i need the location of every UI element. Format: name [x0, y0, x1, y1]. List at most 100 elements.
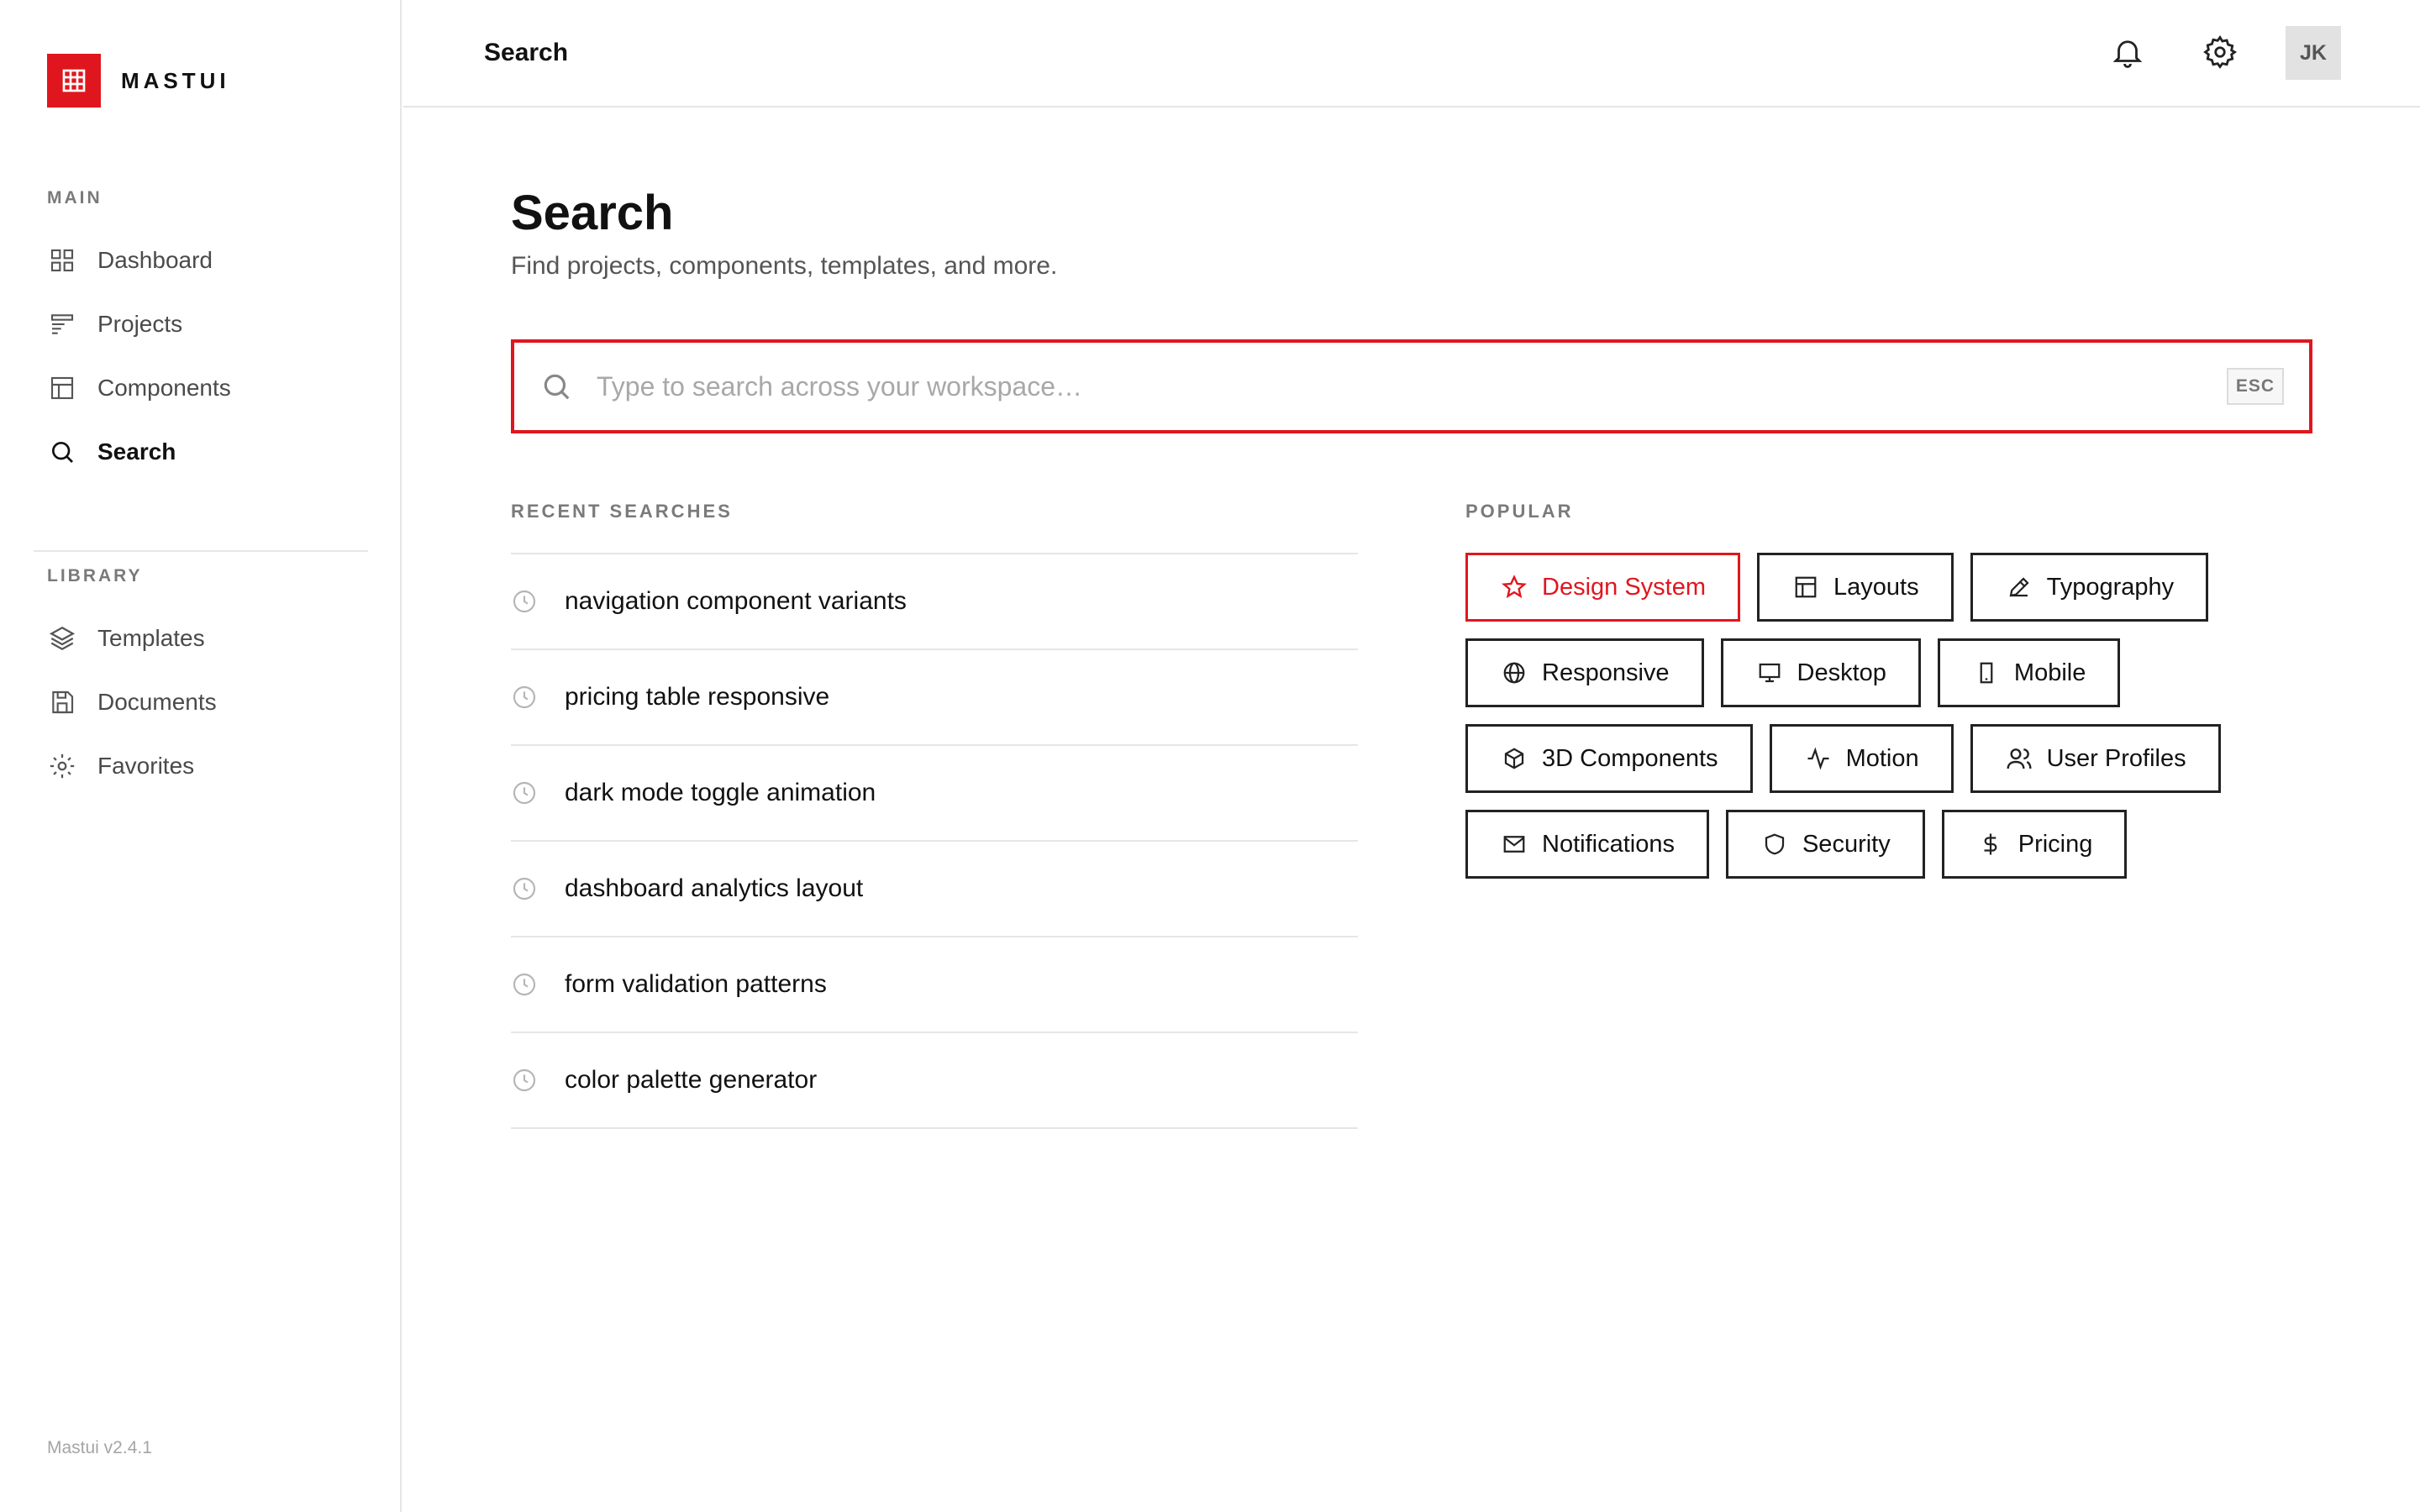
tag-label: Notifications	[1542, 830, 1675, 858]
recent-search-text: dashboard analytics layout	[565, 874, 864, 902]
sidebar-item-components[interactable]: Components	[47, 356, 366, 420]
section-label-main: MAIN	[47, 188, 103, 207]
dollar-icon	[1976, 830, 2005, 858]
layout-icon	[47, 373, 77, 403]
sidebar-item-projects[interactable]: Projects	[47, 292, 366, 356]
sidebar-item-search[interactable]: Search	[47, 420, 366, 484]
brand[interactable]: MASTUI	[47, 54, 230, 108]
sidebar-divider	[34, 550, 368, 552]
tag-label: Design System	[1542, 573, 1707, 601]
clock-icon	[511, 588, 538, 615]
tag-pricing[interactable]: Pricing	[1941, 810, 2128, 879]
sidebar-item-documents[interactable]: Documents	[47, 670, 366, 734]
sidebar-item-label: Documents	[97, 689, 217, 715]
tag-typography[interactable]: Typography	[1970, 553, 2209, 622]
clock-icon	[511, 1067, 538, 1094]
list-item[interactable]: dark mode toggle animation	[511, 746, 1358, 842]
star-icon	[1500, 573, 1528, 601]
list-item[interactable]: navigation component variants	[511, 554, 1358, 650]
layers-icon	[47, 623, 77, 654]
list-item[interactable]: color palette generator	[511, 1033, 1358, 1129]
tag-responsive[interactable]: Responsive	[1465, 638, 1704, 707]
gear-icon	[2202, 34, 2238, 74]
clock-icon	[511, 780, 538, 806]
sidebar-item-label: Projects	[97, 311, 183, 337]
cube-icon	[1500, 744, 1528, 773]
bell-icon	[2110, 34, 2145, 74]
monitor-icon	[1755, 659, 1784, 687]
sidebar-item-dashboard[interactable]: Dashboard	[47, 228, 366, 292]
sidebar-item-label: Favorites	[97, 753, 195, 779]
sidebar-item-label: Search	[97, 438, 176, 465]
sidebar-item-label: Components	[97, 375, 231, 401]
search-icon	[47, 437, 77, 467]
list-item[interactable]: dashboard analytics layout	[511, 842, 1358, 937]
tag-security[interactable]: Security	[1725, 810, 1925, 879]
app-version: Mastui v2.4.1	[47, 1438, 152, 1457]
tag-layouts[interactable]: Layouts	[1757, 553, 1954, 622]
page-subtitle: Find projects, components, templates, an…	[511, 252, 1058, 280]
recent-search-text: pricing table responsive	[565, 683, 830, 711]
main-nav: Dashboard Projects Components Search	[47, 228, 366, 484]
recent-search-text: color palette generator	[565, 1066, 818, 1094]
recent-search-text: navigation component variants	[565, 587, 907, 615]
popular-label: POPULAR	[1465, 501, 1574, 522]
topbar: Search JK	[403, 0, 2420, 108]
layout-icon	[1791, 573, 1820, 601]
sidebar-item-templates[interactable]: Templates	[47, 606, 366, 670]
save-icon	[47, 687, 77, 717]
tag-label: Desktop	[1797, 659, 1886, 686]
section-label-library: LIBRARY	[47, 566, 143, 585]
shield-icon	[1760, 830, 1789, 858]
tag-label: 3D Components	[1542, 744, 1718, 772]
tag-row: Responsive Desktop Mobile	[1465, 638, 2306, 707]
tag-user-profiles[interactable]: User Profiles	[1970, 724, 2221, 793]
smartphone-icon	[1972, 659, 2001, 687]
settings-button[interactable]	[2195, 29, 2245, 79]
sidebar-item-favorites[interactable]: Favorites	[47, 734, 366, 798]
projects-icon	[47, 309, 77, 339]
search-box: ESC	[511, 339, 2312, 433]
tag-label: Motion	[1845, 744, 1919, 772]
tag-design-system[interactable]: Design System	[1465, 553, 1741, 622]
tag-desktop[interactable]: Desktop	[1720, 638, 1921, 707]
sidebar: MASTUI MAIN Dashboard Projects Component…	[0, 0, 402, 1512]
tag-notifications[interactable]: Notifications	[1465, 810, 1709, 879]
logo-icon	[47, 54, 101, 108]
sidebar-item-label: Templates	[97, 625, 205, 651]
sidebar-item-label: Dashboard	[97, 247, 213, 273]
recent-search-text: dark mode toggle animation	[565, 779, 876, 806]
search-icon	[539, 370, 573, 403]
search-input[interactable]	[597, 370, 2227, 402]
recent-search-text: form validation patterns	[565, 970, 827, 998]
tag-row: 3D Components Motion User Profiles	[1465, 724, 2306, 793]
tag-label: Responsive	[1542, 659, 1670, 686]
recent-searches-label: RECENT SEARCHES	[511, 501, 733, 522]
mail-icon	[1500, 830, 1528, 858]
tag-3d-components[interactable]: 3D Components	[1465, 724, 1753, 793]
globe-icon	[1500, 659, 1528, 687]
sun-icon	[47, 751, 77, 781]
tag-row: Design System Layouts Typography	[1465, 553, 2306, 622]
esc-key-hint[interactable]: ESC	[2227, 368, 2284, 405]
list-item[interactable]: form validation patterns	[511, 937, 1358, 1033]
avatar[interactable]: JK	[2286, 26, 2341, 80]
tag-label: Typography	[2046, 573, 2175, 601]
clock-icon	[511, 684, 538, 711]
recent-searches-list: navigation component variants pricing ta…	[511, 553, 1358, 1129]
tag-label: Mobile	[2013, 659, 2086, 686]
users-icon	[2005, 744, 2033, 773]
activity-icon	[1804, 744, 1833, 773]
pencil-icon	[2005, 573, 2033, 601]
list-item[interactable]: pricing table responsive	[511, 650, 1358, 746]
tag-motion[interactable]: Motion	[1769, 724, 1954, 793]
clock-icon	[511, 971, 538, 998]
grid-icon	[47, 245, 77, 276]
app-root: MASTUI MAIN Dashboard Projects Component…	[0, 0, 2420, 1512]
brand-name: MASTUI	[121, 67, 230, 93]
notifications-button[interactable]	[2102, 29, 2153, 79]
clock-icon	[511, 875, 538, 902]
tag-mobile[interactable]: Mobile	[1937, 638, 2121, 707]
popular-tags: Design System Layouts Typography Respons…	[1465, 553, 2306, 895]
tag-label: Security	[1802, 830, 1891, 858]
